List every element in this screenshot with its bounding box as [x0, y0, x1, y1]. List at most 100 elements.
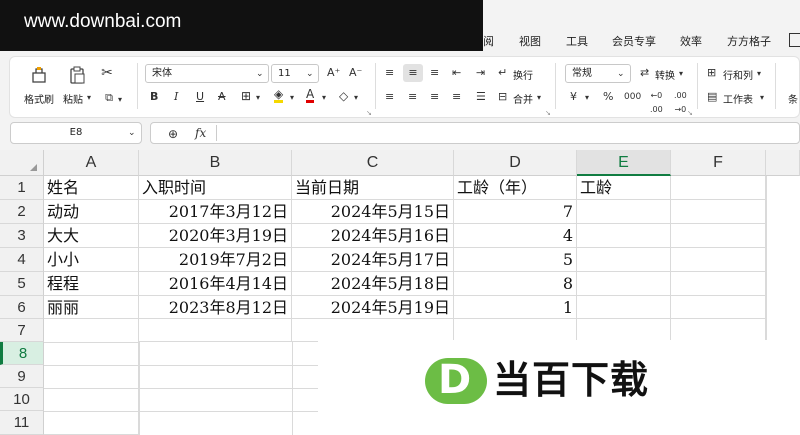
wrap-text-label[interactable]: 换行: [513, 67, 533, 82]
cell-f[interactable]: [671, 248, 766, 272]
cell-f1[interactable]: [671, 176, 766, 200]
chevron-down-icon[interactable]: ⌄: [617, 67, 625, 81]
chevron-down-icon[interactable]: ▾: [760, 91, 764, 105]
cell-f[interactable]: [671, 296, 766, 319]
align-middle-icon[interactable]: ≡: [403, 64, 423, 82]
underline-icon[interactable]: U: [196, 90, 204, 104]
empty-cells-a[interactable]: [44, 319, 139, 435]
cell-current-date[interactable]: 2024年5月19日: [292, 296, 454, 319]
cell-a1[interactable]: 姓名: [44, 176, 139, 200]
cell-current-date[interactable]: 2024年5月16日: [292, 224, 454, 248]
empty-cells-e[interactable]: [577, 319, 671, 342]
cell-name[interactable]: 小小: [44, 248, 139, 272]
merge-label[interactable]: 合并: [513, 91, 533, 106]
wrap-text-icon[interactable]: ↵: [498, 66, 507, 80]
cell-hire-date[interactable]: 2023年8月12日: [139, 296, 292, 319]
chevron-down-icon[interactable]: ▾: [322, 91, 326, 105]
row-header[interactable]: 9: [0, 365, 44, 388]
cell-current-date[interactable]: 2024年5月18日: [292, 272, 454, 296]
fx-icon[interactable]: fx: [195, 126, 206, 140]
name-box[interactable]: E8: [10, 122, 142, 144]
align-right-icon[interactable]: ≡: [430, 90, 439, 104]
chevron-down-icon[interactable]: ▾: [87, 91, 91, 105]
cell-hire-date[interactable]: 2019年7月2日: [139, 248, 292, 272]
decrease-decimal-icon[interactable]: .00 →0: [674, 89, 687, 117]
cell-e[interactable]: [577, 224, 671, 248]
cell-seniority[interactable]: 1: [454, 296, 577, 319]
column-header-d[interactable]: D: [454, 150, 577, 176]
cell-name[interactable]: 大大: [44, 224, 139, 248]
row-header[interactable]: 1: [0, 176, 44, 200]
worksheet-label[interactable]: 工作表: [723, 91, 753, 106]
row-header-selected[interactable]: 8: [0, 342, 44, 365]
empty-cells-b[interactable]: [139, 319, 292, 342]
menu-item-tools[interactable]: 工具: [566, 33, 588, 49]
cell-seniority[interactable]: 5: [454, 248, 577, 272]
format-painter-icon[interactable]: [30, 66, 48, 84]
chevron-down-icon[interactable]: ▾: [118, 93, 122, 107]
more-icon[interactable]: [789, 33, 800, 47]
cell-current-date[interactable]: 2024年5月17日: [292, 248, 454, 272]
border-icon[interactable]: ⊞: [241, 89, 251, 103]
cell-hire-date[interactable]: 2020年3月19日: [139, 224, 292, 248]
indent-increase-icon[interactable]: ⇥: [476, 66, 485, 80]
merge-icon[interactable]: ⊟: [498, 90, 507, 104]
cell-e[interactable]: [577, 200, 671, 224]
chevron-down-icon[interactable]: ▾: [679, 67, 683, 81]
chevron-down-icon[interactable]: ⌄: [256, 67, 264, 81]
row-header[interactable]: 2: [0, 200, 44, 224]
cell-e[interactable]: [577, 296, 671, 319]
cell-d1[interactable]: 工龄（年）: [454, 176, 577, 200]
row-header[interactable]: 7: [0, 319, 44, 342]
row-header[interactable]: 3: [0, 224, 44, 248]
column-header-f[interactable]: F: [671, 150, 766, 176]
menu-item-member[interactable]: 会员专享: [612, 33, 656, 49]
cell-seniority[interactable]: 7: [454, 200, 577, 224]
zoom-icon[interactable]: ⊕: [168, 127, 178, 141]
cell-seniority[interactable]: 4: [454, 224, 577, 248]
align-bottom-icon[interactable]: ≡: [430, 66, 439, 80]
justify-icon[interactable]: ≡: [452, 90, 461, 104]
column-header-b[interactable]: B: [139, 150, 292, 176]
cell-hire-date[interactable]: 2017年3月12日: [139, 200, 292, 224]
menu-item-ffgz[interactable]: 方方格子: [727, 33, 771, 49]
cell-name[interactable]: 丽丽: [44, 296, 139, 319]
strikethrough-icon[interactable]: A: [218, 90, 226, 104]
fill-color-icon[interactable]: ◈: [274, 88, 284, 103]
copy-icon[interactable]: ⧉: [102, 91, 116, 105]
convert-label[interactable]: 转换: [655, 67, 675, 82]
font-name-select[interactable]: 宋体: [145, 64, 269, 83]
cell-e1[interactable]: 工龄: [577, 176, 671, 200]
menu-item-efficiency[interactable]: 效率: [680, 33, 702, 49]
cell-name[interactable]: 动动: [44, 200, 139, 224]
row-header[interactable]: 6: [0, 296, 44, 319]
chevron-down-icon[interactable]: ▾: [354, 91, 358, 105]
convert-icon[interactable]: ⇄: [640, 66, 649, 80]
cell-e[interactable]: [577, 248, 671, 272]
chevron-down-icon[interactable]: ▾: [757, 67, 761, 81]
align-center-icon[interactable]: ≡: [408, 90, 417, 104]
cell-name[interactable]: 程程: [44, 272, 139, 296]
cell-b1[interactable]: 入职时间: [139, 176, 292, 200]
cell-seniority[interactable]: 8: [454, 272, 577, 296]
rows-cols-icon[interactable]: ⊞: [707, 66, 716, 80]
cell-current-date[interactable]: 2024年5月15日: [292, 200, 454, 224]
thousands-icon[interactable]: 000: [624, 90, 641, 104]
increase-decimal-icon[interactable]: ←0.00: [650, 89, 663, 117]
align-left-icon[interactable]: ≡: [385, 90, 394, 104]
align-top-icon[interactable]: ≡: [385, 66, 394, 80]
formula-input[interactable]: [150, 122, 800, 144]
percent-icon[interactable]: %: [603, 90, 613, 104]
row-header[interactable]: 5: [0, 272, 44, 296]
column-header-c[interactable]: C: [292, 150, 454, 176]
rows-cols-label[interactable]: 行和列: [723, 67, 753, 82]
chevron-down-icon[interactable]: ⌄: [306, 67, 314, 81]
cell-hire-date[interactable]: 2016年4月14日: [139, 272, 292, 296]
bold-icon[interactable]: B: [150, 90, 158, 104]
eraser-icon[interactable]: ◇: [339, 89, 348, 103]
chevron-down-icon[interactable]: ⌄: [128, 126, 136, 140]
conditional-format-label[interactable]: 条: [788, 91, 798, 106]
chevron-down-icon[interactable]: ▾: [585, 91, 589, 105]
italic-icon[interactable]: I: [174, 90, 178, 104]
menu-item-view[interactable]: 视图: [519, 33, 541, 49]
